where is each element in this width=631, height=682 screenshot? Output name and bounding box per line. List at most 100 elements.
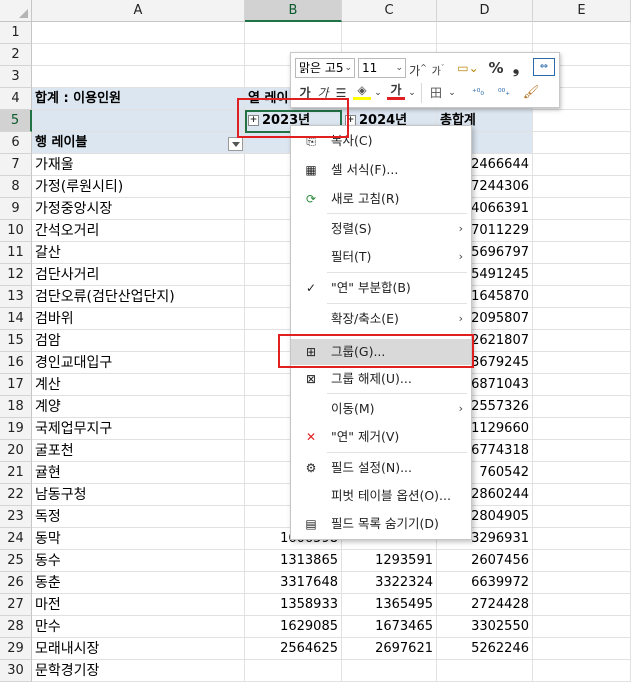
row-header[interactable]: 22 — [0, 484, 32, 506]
empty-cell[interactable] — [533, 506, 631, 528]
menu-item-8[interactable]: ⊞ 그룹(G)... — [291, 339, 471, 365]
select-all-corner[interactable] — [0, 0, 32, 22]
row-header[interactable]: 7 — [0, 154, 32, 176]
row-header[interactable]: 12 — [0, 264, 32, 286]
value-cell[interactable]: 2564625 — [245, 638, 342, 660]
value-cell[interactable]: 1629085 — [245, 616, 342, 638]
row-header[interactable]: 21 — [0, 462, 32, 484]
row-label-cell[interactable]: 검바위 — [32, 308, 245, 330]
row-label-filter-button[interactable] — [228, 137, 243, 151]
row-label-cell[interactable]: 갈산 — [32, 242, 245, 264]
empty-cell[interactable] — [533, 352, 631, 374]
empty-cell[interactable] — [533, 308, 631, 330]
row-header[interactable]: 4 — [0, 88, 32, 110]
row-header[interactable]: 11 — [0, 242, 32, 264]
row-label-cell[interactable] — [32, 22, 245, 44]
align-center-icon[interactable]: ☰ — [333, 83, 349, 103]
empty-cell[interactable] — [533, 440, 631, 462]
shrink-font-button[interactable]: 가ˇ — [429, 58, 447, 78]
empty-cell[interactable] — [533, 154, 631, 176]
row-label-cell[interactable] — [32, 110, 245, 132]
column-header-e[interactable]: E — [533, 0, 631, 22]
borders-dropdown-icon[interactable]: ⌄ — [447, 83, 457, 103]
fill-color-dropdown-icon[interactable]: ⌄ — [373, 83, 383, 103]
value-cell[interactable] — [437, 22, 533, 44]
row-header[interactable]: 27 — [0, 594, 32, 616]
column-header-c[interactable]: C — [342, 0, 437, 22]
empty-cell[interactable] — [533, 220, 631, 242]
row-label-cell[interactable]: 마전 — [32, 594, 245, 616]
column-header-b[interactable]: B — [245, 0, 342, 22]
row-label-cell[interactable]: 모래내시장 — [32, 638, 245, 660]
grow-font-button[interactable]: 가^ — [409, 58, 427, 78]
row-header[interactable]: 16 — [0, 352, 32, 374]
accounting-format-icon[interactable]: ▭⌄ — [453, 58, 483, 78]
row-label-cell[interactable] — [32, 44, 245, 66]
row-header[interactable]: 5 — [0, 110, 32, 132]
row-label-cell[interactable]: 간석오거리 — [32, 220, 245, 242]
value-cell[interactable] — [342, 660, 437, 682]
font-size-box[interactable]: 11 ⌄ — [358, 58, 406, 78]
empty-cell[interactable] — [533, 660, 631, 682]
empty-cell[interactable] — [533, 132, 631, 154]
font-name-box[interactable]: 맑은 고5 ⌄ — [295, 58, 355, 78]
value-cell[interactable]: 3302550 — [437, 616, 533, 638]
row-header[interactable]: 20 — [0, 440, 32, 462]
value-cell[interactable]: 2607456 — [437, 550, 533, 572]
row-header[interactable]: 14 — [0, 308, 32, 330]
empty-cell[interactable] — [533, 616, 631, 638]
row-label-cell[interactable]: 계양 — [32, 396, 245, 418]
row-label-cell[interactable]: 동수 — [32, 550, 245, 572]
value-cell[interactable]: 2697621 — [342, 638, 437, 660]
menu-item-9[interactable]: ⊠ 그룹 해제(U)... — [291, 366, 471, 392]
empty-cell[interactable] — [533, 22, 631, 44]
row-header[interactable]: 30 — [0, 660, 32, 682]
menu-item-10[interactable]: 이동(M) › — [291, 396, 471, 422]
value-cell[interactable]: 1673465 — [342, 616, 437, 638]
empty-cell[interactable] — [533, 550, 631, 572]
empty-cell[interactable] — [533, 396, 631, 418]
menu-item-6[interactable]: ✓ "연" 부분합(B) — [291, 275, 471, 301]
empty-cell[interactable] — [533, 418, 631, 440]
row-label-cell[interactable]: 행 레이블 — [32, 132, 245, 154]
menu-item-5[interactable]: 필터(T) › — [291, 244, 471, 270]
empty-cell[interactable] — [533, 110, 631, 132]
column-header-d[interactable]: D — [437, 0, 533, 22]
merge-center-icon[interactable]: ⇔ — [533, 58, 555, 76]
menu-item-14[interactable]: ▤ 필드 목록 숨기기(D) — [291, 511, 471, 537]
row-header[interactable]: 13 — [0, 286, 32, 308]
fill-color-icon[interactable]: ◈ — [353, 83, 371, 100]
row-header[interactable]: 1 — [0, 22, 32, 44]
row-header[interactable]: 17 — [0, 374, 32, 396]
empty-cell[interactable] — [533, 176, 631, 198]
row-header[interactable]: 2 — [0, 44, 32, 66]
menu-item-13[interactable]: 피벗 테이블 옵션(O)... — [291, 483, 471, 509]
menu-item-1[interactable]: ⎘ 복사(C) — [291, 128, 471, 154]
bold-button[interactable]: 가 — [297, 83, 313, 103]
empty-cell[interactable] — [533, 572, 631, 594]
increase-decimal-icon[interactable]: ⁺⁰₀ — [467, 83, 489, 103]
value-cell[interactable]: 6639972 — [437, 572, 533, 594]
row-label-cell[interactable]: 가정중앙시장 — [32, 198, 245, 220]
row-label-cell[interactable]: 동막 — [32, 528, 245, 550]
format-painter-icon[interactable]: 🖌 — [521, 83, 541, 103]
value-cell[interactable]: 1313865 — [245, 550, 342, 572]
value-cell[interactable] — [245, 660, 342, 682]
value-cell[interactable]: 1365495 — [342, 594, 437, 616]
row-header[interactable]: 19 — [0, 418, 32, 440]
row-header[interactable]: 29 — [0, 638, 32, 660]
empty-cell[interactable] — [533, 484, 631, 506]
menu-item-11[interactable]: ✕ "연" 제거(V) — [291, 424, 471, 450]
value-cell[interactable] — [437, 660, 533, 682]
empty-cell[interactable] — [533, 198, 631, 220]
row-label-cell[interactable]: 남동구청 — [32, 484, 245, 506]
decrease-decimal-icon[interactable]: ⁰⁰₊ — [493, 83, 515, 103]
empty-cell[interactable] — [533, 242, 631, 264]
row-header[interactable]: 10 — [0, 220, 32, 242]
row-label-cell[interactable]: 귤현 — [32, 462, 245, 484]
value-cell[interactable]: 3317648 — [245, 572, 342, 594]
empty-cell[interactable] — [533, 462, 631, 484]
row-label-cell[interactable] — [32, 66, 245, 88]
row-label-cell[interactable]: 국제업무지구 — [32, 418, 245, 440]
value-cell[interactable]: 2724428 — [437, 594, 533, 616]
